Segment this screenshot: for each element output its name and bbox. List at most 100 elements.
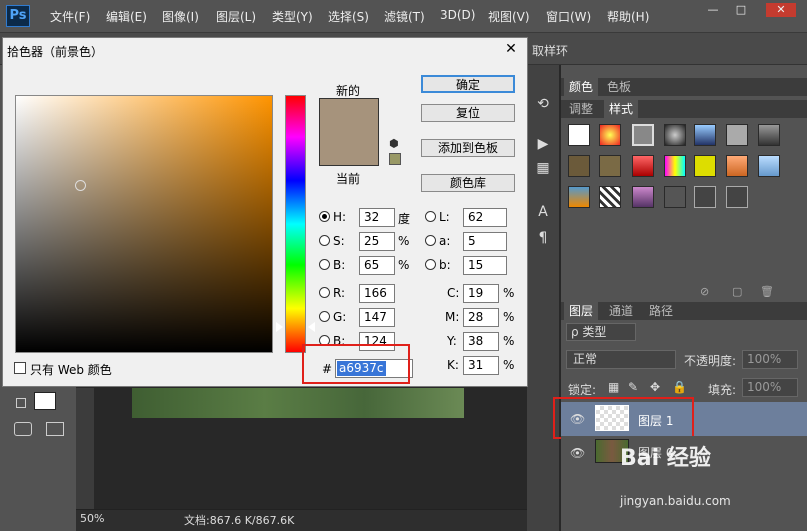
m-input[interactable]: 28 (463, 308, 499, 327)
style-swatch[interactable] (568, 186, 590, 208)
tab-paths[interactable]: 路径 (644, 302, 678, 320)
menu-type[interactable]: 类型(Y) (272, 8, 313, 26)
style-swatch[interactable] (599, 124, 621, 146)
style-swatch[interactable] (694, 155, 716, 177)
style-none-swatch[interactable] (568, 124, 590, 146)
eye-icon[interactable]: 👁 (570, 446, 585, 460)
sample-ring-option[interactable]: 取样环 (532, 42, 568, 59)
fill-input[interactable]: 100% (742, 378, 798, 397)
style-swatch[interactable] (758, 124, 780, 146)
tab-channels[interactable]: 通道 (604, 302, 638, 320)
menu-file[interactable]: 文件(F) (50, 8, 90, 26)
lock-brush-icon[interactable]: ✎ (628, 380, 638, 394)
play-action-icon[interactable]: ▶ (533, 136, 553, 154)
style-swatch[interactable] (694, 186, 716, 208)
tab-styles[interactable]: 样式 (604, 100, 639, 118)
radio-l[interactable] (425, 211, 436, 222)
delete-style-icon[interactable]: 🗑 (760, 285, 774, 298)
saturation-brightness-field[interactable] (15, 95, 273, 353)
background-color-swatch[interactable] (34, 392, 56, 410)
ok-button[interactable]: 确定 (421, 75, 515, 93)
radio-g[interactable] (319, 311, 330, 322)
cube-icon[interactable]: ⬢ (389, 137, 401, 150)
lock-all-icon[interactable]: 🔒 (672, 380, 687, 394)
screen-mode-icon[interactable] (46, 422, 64, 436)
radio-lab-b[interactable] (425, 259, 436, 270)
c-input[interactable]: 19 (463, 284, 499, 303)
paragraph-icon[interactable]: ¶ (533, 230, 553, 248)
tab-adjustments[interactable]: 调整 (564, 100, 598, 118)
lab-b-input[interactable]: 15 (463, 256, 507, 275)
r-input[interactable]: 166 (359, 284, 395, 303)
k-input[interactable]: 31 (463, 356, 499, 375)
close-icon[interactable]: ✕ (503, 41, 519, 57)
radio-s[interactable] (319, 235, 330, 246)
y-input[interactable]: 38 (463, 332, 499, 351)
history-icon[interactable]: ⟲ (533, 96, 553, 114)
style-swatch[interactable] (726, 155, 748, 177)
hue-arrow-right-icon[interactable] (308, 322, 315, 332)
color-libraries-button[interactable]: 颜色库 (421, 174, 515, 192)
menu-view[interactable]: 视图(V) (488, 8, 530, 26)
style-swatch[interactable] (599, 155, 621, 177)
style-swatch[interactable] (568, 155, 590, 177)
radio-h[interactable] (319, 211, 330, 222)
radio-a[interactable] (425, 235, 436, 246)
menu-help[interactable]: 帮助(H) (607, 8, 649, 26)
tab-swatches[interactable]: 色板 (602, 78, 636, 96)
y-unit: % (503, 334, 515, 348)
color-marker[interactable] (75, 180, 86, 191)
default-colors-icon[interactable] (16, 398, 26, 408)
h-input[interactable]: 32 (359, 208, 395, 227)
menu-3d[interactable]: 3D(D) (440, 8, 475, 26)
menu-select[interactable]: 选择(S) (328, 8, 369, 26)
style-swatch[interactable] (758, 155, 780, 177)
style-swatch[interactable] (664, 186, 686, 208)
menu-filter[interactable]: 滤镜(T) (384, 8, 425, 26)
style-swatch[interactable] (632, 124, 654, 146)
menu-layer[interactable]: 图层(L) (216, 8, 256, 26)
l-input[interactable]: 62 (463, 208, 507, 227)
tab-color[interactable]: 颜色 (564, 78, 599, 96)
radio-r[interactable] (319, 287, 330, 298)
close-app-button[interactable]: ✕ (766, 3, 796, 17)
web-safe-swatch[interactable] (389, 153, 401, 165)
style-swatch[interactable] (664, 124, 686, 146)
opacity-input[interactable]: 100% (742, 350, 798, 369)
clear-style-icon[interactable]: ⊘ (700, 285, 712, 298)
zoom-level[interactable]: 50% (80, 512, 104, 525)
style-swatch[interactable] (632, 155, 654, 177)
blend-mode-select[interactable]: 正常 (566, 350, 676, 369)
web-only-checkbox[interactable] (14, 362, 26, 374)
radio-b[interactable] (319, 259, 330, 270)
style-swatch[interactable] (664, 155, 686, 177)
quick-mask-icon[interactable] (14, 422, 32, 436)
add-to-swatches-button[interactable]: 添加到色板 (421, 139, 515, 157)
menu-edit[interactable]: 编辑(E) (106, 8, 147, 26)
reset-button[interactable]: 复位 (421, 104, 515, 122)
filter-kind-select[interactable]: ρ 类型 (566, 323, 636, 341)
minimize-button[interactable]: — (702, 3, 724, 17)
character-icon[interactable]: A (533, 204, 553, 222)
new-style-icon[interactable]: ▢ (732, 285, 744, 298)
b-input[interactable]: 65 (359, 256, 395, 275)
style-swatch[interactable] (694, 124, 716, 146)
style-swatch[interactable] (726, 124, 748, 146)
lock-move-icon[interactable]: ✥ (650, 380, 660, 394)
style-swatch[interactable] (726, 186, 748, 208)
g-input[interactable]: 147 (359, 308, 395, 327)
menu-window[interactable]: 窗口(W) (546, 8, 591, 26)
a-input[interactable]: 5 (463, 232, 507, 251)
maximize-button[interactable]: □ (730, 3, 752, 17)
tab-layers[interactable]: 图层 (564, 302, 599, 320)
s-input[interactable]: 25 (359, 232, 395, 251)
lock-transparent-icon[interactable]: ▦ (608, 380, 619, 394)
style-swatch[interactable] (599, 186, 621, 208)
properties-icon[interactable]: ▦ (533, 160, 553, 178)
menu-image[interactable]: 图像(I) (162, 8, 199, 26)
canvas-image[interactable] (132, 388, 464, 418)
style-swatch[interactable] (632, 186, 654, 208)
hue-slider[interactable] (285, 95, 306, 353)
current-color-label: 当前 (336, 172, 361, 186)
hue-arrow-left-icon[interactable] (276, 322, 283, 332)
